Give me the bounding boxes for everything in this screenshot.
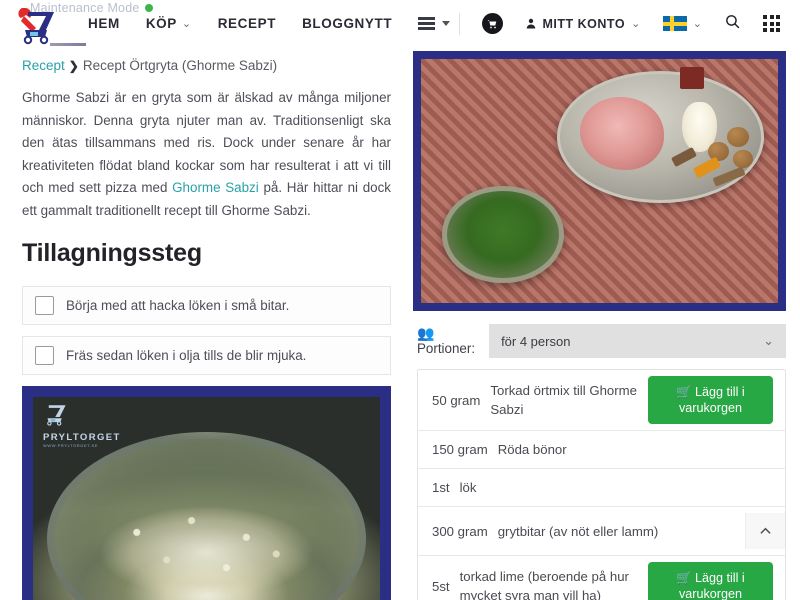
- breadcrumb-link-recept[interactable]: Recept: [22, 58, 65, 73]
- swedish-flag-icon: [662, 16, 687, 31]
- step-checkbox[interactable]: [35, 295, 54, 315]
- spice-jar-shape: [680, 66, 705, 90]
- cart-icon: 🛒: [676, 571, 692, 585]
- breadcrumb-separator-icon: ❯: [68, 58, 79, 73]
- ghorme-sabzi-ingredients-photo: [413, 51, 786, 311]
- step-label: Fräs sedan löken i olja tills de blir mj…: [66, 347, 307, 363]
- step-item[interactable]: Börja med att hacka löken i små bitar.: [22, 285, 391, 325]
- collapse-toggle-button[interactable]: [745, 513, 785, 549]
- chevron-down-icon: ⌄: [181, 18, 192, 30]
- cooking-onions-photo: PRYLTORGET WWW.PRYLTORGET.SE: [22, 385, 391, 600]
- ingredient-name: lök: [459, 480, 477, 495]
- breadcrumb-current: Recept Örtgryta (Ghorme Sabzi): [82, 58, 278, 73]
- breadcrumb: Recept ❯ Recept Örtgryta (Ghorme Sabzi): [22, 58, 391, 73]
- ingredient-name: Torkad örtmix till Ghorme Sabzi: [490, 383, 637, 417]
- photo-image: PRYLTORGET WWW.PRYLTORGET.SE: [33, 396, 380, 600]
- ingredient-quantity: 5st: [432, 578, 450, 594]
- ingredient-row: 300 gram grytbitar (av nöt eller lamm): [418, 507, 785, 556]
- active-nav-underline: [50, 43, 86, 46]
- header-actions: MITT KONTO ⌄ ⌄: [458, 12, 786, 35]
- cart-icon: 🛒: [676, 385, 692, 399]
- page-title: Tillagningssteg: [22, 238, 202, 267]
- account-menu[interactable]: MITT KONTO ⌄: [525, 17, 641, 31]
- chevron-down-icon: ⌄: [692, 18, 702, 30]
- add-to-cart-label-2: varukorgen: [678, 401, 742, 415]
- account-label: MITT KONTO: [542, 16, 626, 31]
- recipe-content-column: Recept ❯ Recept Örtgryta (Ghorme Sabzi) …: [0, 47, 405, 600]
- ingredient-name: Röda bönor: [497, 442, 567, 457]
- chevron-down-icon: [442, 21, 451, 26]
- ingredient-row: 1st lök: [418, 469, 785, 507]
- user-icon: [526, 18, 535, 29]
- nav-item-bloggnytt[interactable]: BLOGGNYTT: [302, 16, 392, 31]
- ingredient-row: 150 gram Röda bönor: [418, 431, 785, 469]
- step-label: Börja med att hacka löken i små bitar.: [66, 297, 290, 313]
- portions-selector-row: 👥 Portioner: för 4 person ⌄: [417, 324, 786, 358]
- photo-image: [421, 59, 778, 303]
- spice-shape: [712, 166, 746, 187]
- nav-more-menu-toggle[interactable]: [418, 17, 451, 30]
- meat-shape: [579, 96, 665, 170]
- ingredient-name: torkad lime (beroende på hur mycket syra…: [459, 569, 629, 600]
- portions-label-group: 👥 Portioner:: [417, 324, 476, 356]
- watermark-text: PRYLTORGET: [43, 431, 121, 443]
- portions-label: Portioner:: [417, 340, 476, 356]
- ingredient-quantity: 150 gram: [432, 442, 488, 457]
- walnut-shape: [732, 149, 753, 169]
- page-body: Recept ❯ Recept Örtgryta (Ghorme Sabzi) …: [0, 47, 800, 600]
- ingredient-quantity: 50 gram: [432, 392, 481, 408]
- nav-label: KÖP: [145, 16, 177, 31]
- herb-bowl-shape: [442, 185, 564, 284]
- walnut-shape: [726, 127, 749, 148]
- portions-select[interactable]: för 4 person ⌄: [489, 324, 786, 358]
- portions-selected-value: för 4 person: [501, 333, 571, 349]
- chevron-down-icon: ⌄: [763, 333, 774, 348]
- ingredient-quantity: 300 gram: [432, 523, 488, 539]
- watermark-subtext: WWW.PRYLTORGET.SE: [43, 442, 99, 448]
- add-to-cart-button[interactable]: 🛒 Lägg till i varukorgen: [648, 376, 773, 424]
- ingredients-list: 50 gram Torkad örtmix till Ghorme Sabzi …: [417, 369, 786, 600]
- add-to-cart-button[interactable]: 🛒 Lägg till i varukorgen: [648, 562, 773, 600]
- add-to-cart-label-2: varukorgen: [678, 587, 742, 600]
- status-dot-icon: [144, 4, 153, 12]
- chevron-down-icon: ⌄: [631, 18, 641, 30]
- tray-shape: [556, 66, 764, 203]
- nav-item-recept[interactable]: RECEPT: [218, 16, 276, 31]
- add-to-cart-label-1: Lägg till i: [694, 385, 745, 399]
- chevron-up-icon: [760, 527, 771, 534]
- ingredient-row: 5st torkad lime (beroende på hur mycket …: [418, 556, 785, 600]
- ingredient-row: 50 gram Torkad örtmix till Ghorme Sabzi …: [418, 370, 785, 431]
- watermark-logo: PRYLTORGET WWW.PRYLTORGET.SE: [43, 404, 121, 448]
- step-checkbox[interactable]: [35, 345, 54, 365]
- step-item[interactable]: Fräs sedan löken i olja tills de blir mj…: [22, 335, 391, 375]
- nav-label: BLOGGNYTT: [302, 16, 393, 31]
- chopped-onion-shape: [81, 503, 332, 600]
- nav-label: HEM: [88, 16, 120, 31]
- language-switcher[interactable]: ⌄: [662, 16, 702, 31]
- spice-shape: [671, 147, 698, 168]
- divider: [458, 12, 460, 35]
- nav-item-kop[interactable]: KÖP ⌄: [146, 16, 192, 31]
- site-logo[interactable]: [14, 4, 70, 46]
- recipe-intro-paragraph: Ghorme Sabzi är en gryta som är älskad a…: [22, 87, 391, 223]
- main-navigation: HEM KÖP ⌄ RECEPT BLOGGNYTT: [88, 16, 451, 31]
- ghorme-sabzi-link[interactable]: Ghorme Sabzi: [172, 180, 259, 195]
- apps-grid-icon[interactable]: [763, 15, 780, 32]
- add-to-cart-label-1: Lägg till i: [694, 571, 745, 585]
- cart-icon[interactable]: [481, 13, 503, 34]
- hamburger-icon: [418, 17, 436, 30]
- ingredient-name: grytbitar (av nöt eller lamm): [497, 523, 659, 539]
- people-icon: 👥: [417, 324, 435, 341]
- search-icon[interactable]: [724, 13, 741, 35]
- recipe-sidebar-column: 👥 Portioner: för 4 person ⌄ 50 gram Tork…: [405, 47, 800, 600]
- site-header: Maintenance Mode HEM KÖP ⌄ RECEPT BLOGGN…: [0, 0, 800, 47]
- nav-label: RECEPT: [217, 16, 277, 31]
- ingredient-quantity: 1st: [432, 480, 450, 495]
- nav-item-hem[interactable]: HEM: [88, 16, 120, 31]
